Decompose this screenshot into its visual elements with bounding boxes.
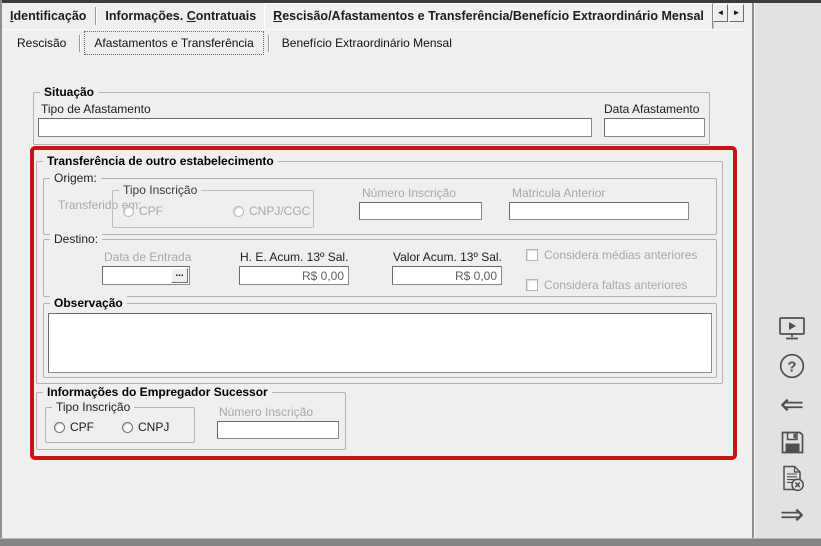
considera-medias-checkbox[interactable]: Considera médias anteriores: [526, 248, 697, 262]
sub-tab-bar: Rescisão Afastamentos e Transferência Be…: [2, 30, 461, 56]
tab-scroll-buttons: ◄ ►: [713, 4, 744, 22]
svg-text:?: ?: [787, 359, 796, 376]
subtab-separator: [79, 35, 80, 52]
save-icon[interactable]: [776, 427, 808, 457]
radio-dot-icon: [233, 206, 244, 217]
radio-dot-icon: [54, 422, 65, 433]
checkbox-icon: [526, 249, 538, 261]
observacao-group: Observação: [43, 303, 717, 378]
tab-identificacao[interactable]: Identificação: [2, 3, 94, 29]
transferencia-group-title: Transferência de outro estabelecimento: [43, 154, 278, 168]
origem-cnpj-radio-label: CNPJ/CGC: [249, 204, 310, 218]
help-icon[interactable]: ?: [776, 351, 808, 381]
sucessor-numero-inscricao-input[interactable]: [217, 421, 339, 439]
tab-informacoes-contratuais[interactable]: Informações. Contratuais: [97, 3, 264, 29]
he-acum-input[interactable]: [239, 266, 349, 285]
sucessor-cnpj-radio-label: CNPJ: [138, 420, 169, 434]
back-icon[interactable]: ⇐: [776, 389, 808, 419]
origem-cnpj-radio[interactable]: CNPJ/CGC: [233, 204, 310, 218]
checkbox-icon: [526, 279, 538, 291]
he-acum-label: H. E. Acum. 13º Sal.: [240, 250, 348, 264]
data-entrada-browse-button[interactable]: ...: [171, 268, 188, 283]
sucessor-tipo-inscricao-group: Tipo Inscrição CPF CNPJ: [45, 407, 195, 443]
matricula-anterior-input[interactable]: [509, 202, 689, 220]
radio-dot-icon: [123, 206, 134, 217]
discard-document-icon[interactable]: [776, 463, 808, 493]
subtab-rescisao[interactable]: Rescisão: [8, 32, 75, 54]
considera-faltas-checkbox[interactable]: Considera faltas anteriores: [526, 278, 687, 292]
observacao-textarea[interactable]: [48, 313, 712, 373]
data-afastamento-input[interactable]: [604, 118, 705, 137]
valor-acum-label: Valor Acum. 13º Sal.: [393, 250, 502, 264]
numero-inscricao-label: Número Inscrição: [362, 186, 456, 200]
numero-inscricao-input[interactable]: [359, 202, 482, 220]
considera-faltas-label: Considera faltas anteriores: [544, 278, 687, 292]
observacao-group-title: Observação: [50, 296, 127, 310]
empregador-sucessor-group: Informações do Empregador Sucessor Tipo …: [36, 392, 346, 450]
valor-acum-input[interactable]: [392, 266, 502, 285]
main-tab-bar: Identificação Informações. Contratuais R…: [2, 3, 746, 30]
tab-rescisao-afastamentos[interactable]: Rescisão/Afastamentos e Transferência/Be…: [264, 3, 713, 29]
origem-tipo-inscricao-group: Tipo Inscrição CPF CNPJ/CGC: [112, 190, 314, 228]
sucessor-cnpj-radio[interactable]: CNPJ: [122, 420, 169, 434]
origem-group: Origem: Transferido em: Tipo Inscrição C…: [43, 178, 717, 235]
window-bottom-border: [0, 538, 821, 546]
right-toolbar: ? ⇐ ⇒: [752, 3, 821, 538]
data-afastamento-label: Data Afastamento: [604, 102, 699, 116]
screen-icon[interactable]: [776, 313, 808, 343]
tipo-afastamento-label: Tipo de Afastamento: [41, 102, 151, 116]
subtab-separator: [268, 35, 269, 52]
tab-scroll-left-button[interactable]: ◄: [713, 4, 728, 22]
considera-medias-label: Considera médias anteriores: [544, 248, 697, 262]
window-left-border: [0, 0, 2, 546]
subtab-beneficio-extraordinario[interactable]: Benefício Extraordinário Mensal: [273, 32, 461, 54]
origem-tipo-inscricao-title: Tipo Inscrição: [119, 183, 201, 197]
empregador-sucessor-title: Informações do Empregador Sucessor: [43, 385, 272, 399]
sucessor-tipo-inscricao-title: Tipo Inscrição: [52, 400, 134, 414]
transferencia-group: Transferência de outro estabelecimento O…: [36, 161, 723, 384]
subtab-afastamentos-transferencia[interactable]: Afastamentos e Transferência: [84, 31, 263, 55]
radio-dot-icon: [122, 422, 133, 433]
origem-cpf-radio-label: CPF: [139, 204, 163, 218]
sucessor-cpf-radio-label: CPF: [70, 420, 94, 434]
situacao-group-title: Situação: [40, 85, 98, 99]
tipo-afastamento-input[interactable]: [38, 118, 592, 137]
tab-scroll-right-button[interactable]: ►: [729, 4, 744, 22]
destino-group: Destino: Data de Entrada ... H. E. Acum.…: [43, 239, 717, 297]
situacao-group: Situação Tipo de Afastamento Data Afasta…: [33, 92, 710, 145]
sucessor-cpf-radio[interactable]: CPF: [54, 420, 94, 434]
data-entrada-label: Data de Entrada: [104, 250, 191, 264]
origem-cpf-radio[interactable]: CPF: [123, 204, 163, 218]
tab-separator: [95, 7, 96, 25]
sucessor-numero-inscricao-label: Número Inscrição: [219, 405, 313, 419]
matricula-anterior-label: Matricula Anterior: [512, 186, 605, 200]
origem-group-title: Origem:: [50, 171, 101, 185]
destino-group-title: Destino:: [50, 232, 102, 246]
forward-icon[interactable]: ⇒: [776, 499, 808, 529]
app-window: Identificação Informações. Contratuais R…: [0, 0, 821, 546]
